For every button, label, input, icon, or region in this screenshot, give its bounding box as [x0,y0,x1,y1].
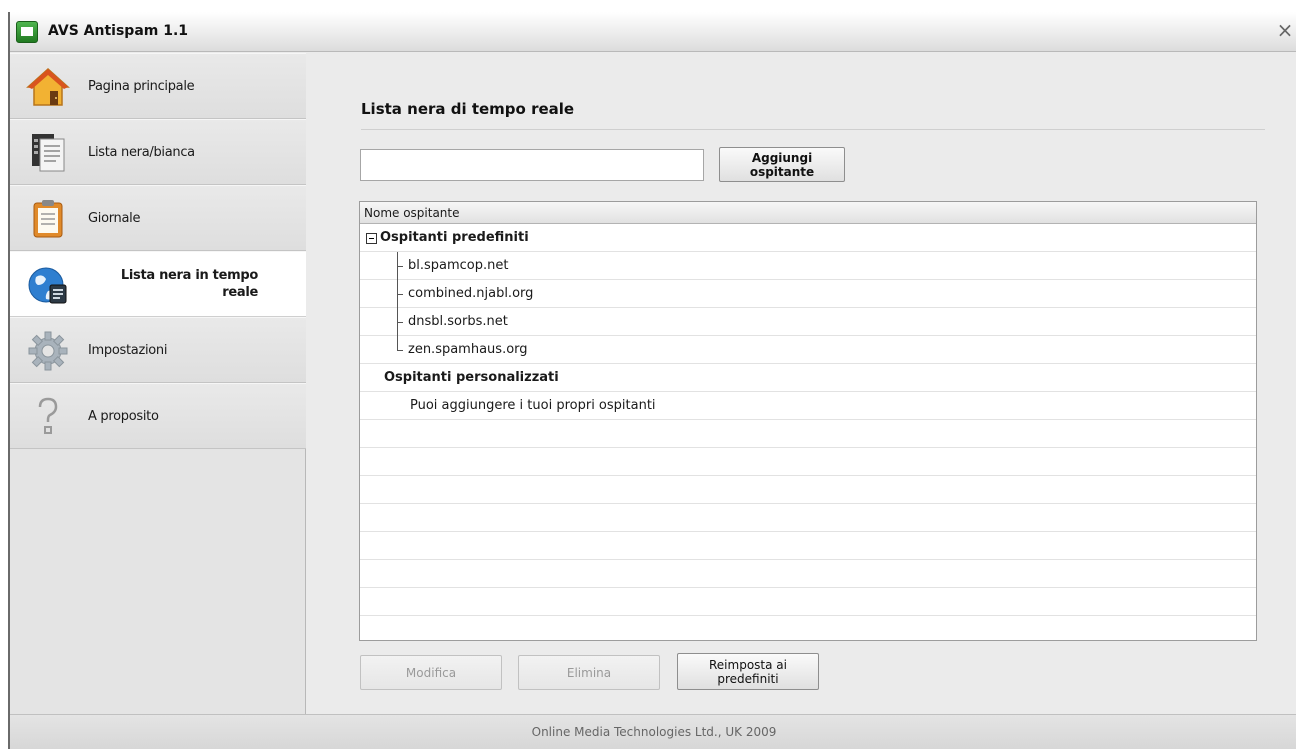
tree-connector [397,350,403,351]
window-title: AVS Antispam 1.1 [48,23,189,39]
sidebar-item-label: Giornale [88,210,141,226]
sidebar-item-label: Lista nera/bianca [88,144,195,160]
tree-item-row[interactable]: bl.spamcop.net [360,252,1256,280]
add-host-button[interactable]: Aggiungi ospitante [719,147,845,182]
question-icon [38,397,58,434]
edit-button[interactable]: Modifica [360,655,502,690]
host-name-input[interactable] [360,149,704,181]
sidebar-item-log[interactable]: Giornale [10,185,306,251]
empty-row [360,560,1256,588]
footer-copyright: Online Media Technologies Ltd., UK 2009 [10,714,1296,749]
sidebar-item-about[interactable]: A proposito [10,383,306,449]
sidebar: Pagina principale Lista nera/bianca Gior… [10,53,306,714]
divider [361,129,1265,130]
host-name: bl.spamcop.net [408,258,509,273]
empty-row [360,616,1256,640]
collapse-icon[interactable] [366,233,377,244]
group-label: Ospitanti personalizzati [384,370,559,385]
sidebar-item-label: A proposito [88,408,159,424]
tree-connector [397,294,403,295]
empty-row [360,504,1256,532]
globe-icon [28,267,67,304]
sidebar-item-label: Lista nera in tempo reale [120,268,258,300]
host-name: dnsbl.sorbs.net [408,314,508,329]
group-label: Ospitanti predefiniti [380,230,529,245]
home-icon [26,67,70,106]
tree-group-row[interactable]: Ospitanti predefiniti [360,224,1256,252]
tree-item-row[interactable]: zen.spamhaus.org [360,336,1256,364]
tree-connector [397,322,403,323]
clipboard-icon [33,200,63,238]
title-bar[interactable]: AVS Antispam 1.1 × [10,12,1296,52]
sidebar-item-label: Pagina principale [88,78,195,94]
tree-item-row[interactable]: Puoi aggiungere i tuoi propri ospitanti [360,392,1256,420]
host-name: zen.spamhaus.org [408,342,528,357]
empty-row [360,532,1256,560]
reset-defaults-button[interactable]: Reimposta ai predefiniti [677,653,819,690]
hint-text: Puoi aggiungere i tuoi propri ospitanti [410,398,656,413]
tree-group-row[interactable]: Ospitanti personalizzati [360,364,1256,392]
sidebar-item-home[interactable]: Pagina principale [10,53,306,119]
empty-row [360,448,1256,476]
page-title: Lista nera di tempo reale [361,100,575,118]
gear-icon [28,331,68,371]
host-list[interactable]: Nome ospitante Ospitanti predefiniti bl.… [359,201,1257,641]
app-window: AVS Antispam 1.1 × Pagina principale Lis… [8,12,1296,749]
sidebar-item-blacklist-whitelist[interactable]: Lista nera/bianca [10,119,306,185]
tree-item-row[interactable]: combined.njabl.org [360,280,1256,308]
host-name: combined.njabl.org [408,286,534,301]
main-panel: Lista nera di tempo reale Aggiungi ospit… [307,53,1296,714]
empty-row [360,420,1256,448]
sidebar-item-label: Impostazioni [88,342,168,358]
sidebar-item-realtime-blacklist[interactable]: Lista nera in tempo reale [10,251,306,317]
empty-row [360,588,1256,616]
app-mail-icon [16,21,38,43]
tree-connector [397,266,403,267]
column-header-host-name[interactable]: Nome ospitante [360,202,1256,224]
empty-row [360,476,1256,504]
tree-item-row[interactable]: dnsbl.sorbs.net [360,308,1256,336]
sidebar-item-settings[interactable]: Impostazioni [10,317,306,383]
document-list-icon [32,134,65,172]
close-icon[interactable]: × [1274,18,1296,42]
delete-button[interactable]: Elimina [518,655,660,690]
